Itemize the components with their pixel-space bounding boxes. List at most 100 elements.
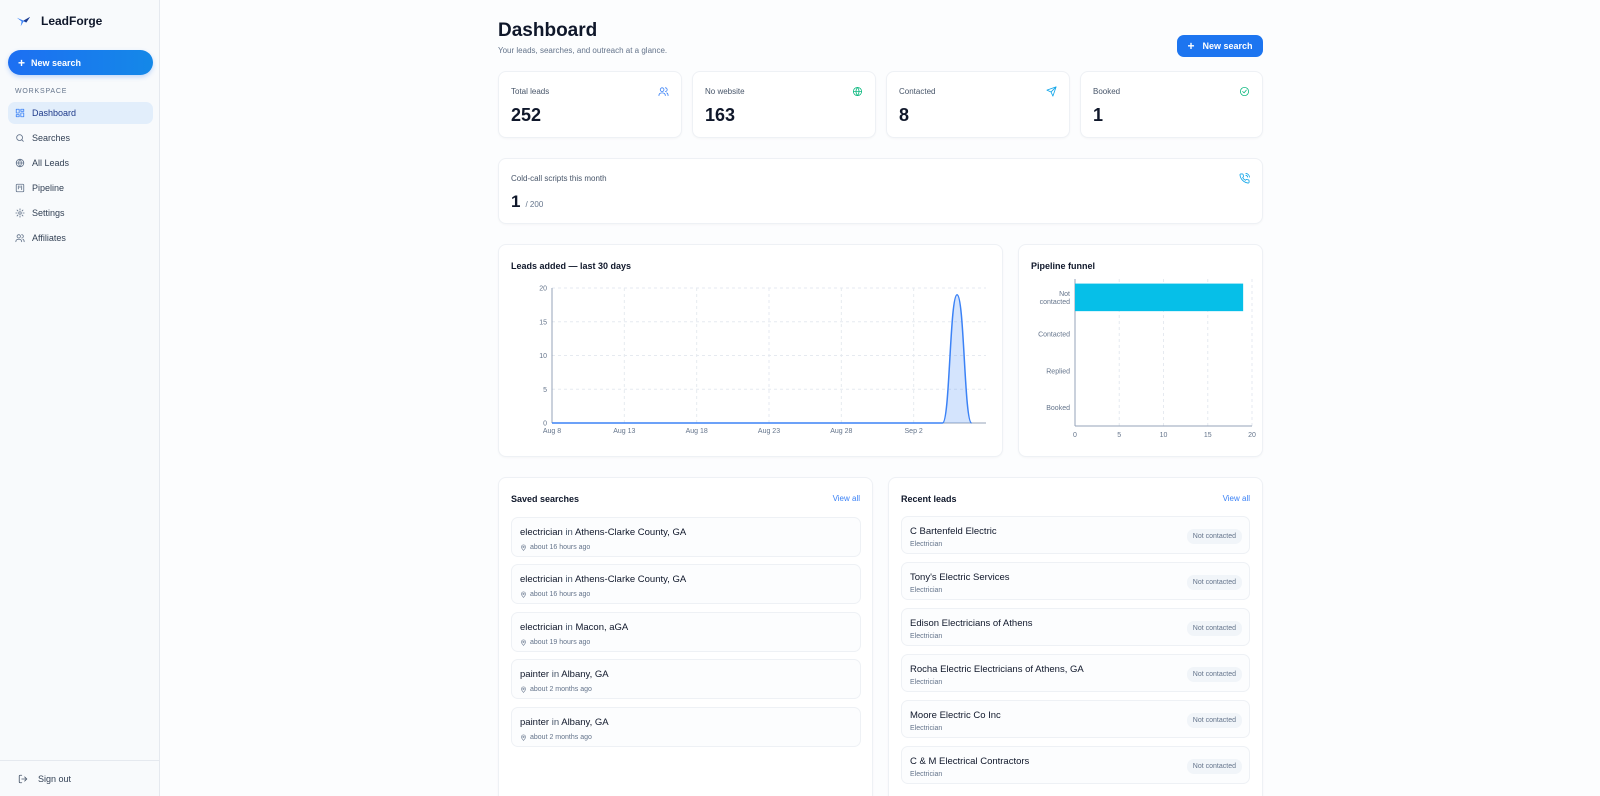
sidebar-item-settings[interactable]: Settings: [8, 202, 153, 224]
x-tick-label: 20: [1248, 432, 1256, 439]
stat-label: No website: [705, 87, 745, 96]
quota-max: / 200: [525, 200, 544, 209]
stat-card-booked: Booked 1: [1080, 71, 1263, 138]
y-tick-label: 20: [539, 286, 547, 293]
sidebar-item-label: Pipeline: [32, 183, 65, 193]
saved-search-item[interactable]: painter in Albany, GA about 2 months ago: [511, 659, 861, 699]
saved-search-time: about 2 months ago: [530, 686, 592, 693]
series-line: [552, 293, 973, 424]
new-search-label: New search: [1202, 41, 1253, 51]
status-badge: Not contacted: [1186, 621, 1242, 636]
x-tick-label: 10: [1160, 432, 1168, 439]
pipeline-funnel-card: Pipeline funnel 0 5 10 15 20 Not contacted Cont…: [1018, 244, 1263, 457]
stat-label: Contacted: [899, 87, 936, 96]
app-name: LeadForge: [41, 14, 103, 28]
category-label-line: Not: [1059, 291, 1070, 298]
saved-searches-title: Saved searches: [511, 494, 580, 504]
sidebar-item-searches[interactable]: Searches: [8, 127, 153, 149]
status-badge: Not contacted: [1186, 667, 1242, 682]
pipeline-bar-chart: 0 5 10 15 20 Not contacted Contacted Replied Book…: [1038, 279, 1256, 439]
search-term: electrician: [520, 574, 563, 585]
lead-type: Electrician: [910, 725, 943, 732]
recent-leads-view-all-link[interactable]: View all: [1223, 494, 1250, 503]
saved-search-query: painter in Albany, GA: [520, 669, 609, 680]
leadforge-logo-icon: [16, 16, 31, 26]
lead-item[interactable]: C Bartenfeld Electric Electrician Not co…: [901, 516, 1250, 554]
sidebar-item-affiliates[interactable]: Affiliates: [8, 227, 153, 249]
workspace-section-label: WORKSPACE: [15, 88, 68, 95]
search-place: Albany, GA: [561, 717, 609, 728]
stat-label: Booked: [1093, 87, 1121, 96]
search-term: painter: [520, 669, 550, 680]
saved-search-item[interactable]: electrician in Macon, aGA about 19 hours…: [511, 612, 861, 652]
lead-item[interactable]: Moore Electric Co Inc Electrician Not co…: [901, 700, 1250, 738]
saved-searches-card: Saved searches View all electrician in A…: [498, 477, 873, 796]
x-tick-label: Aug 28: [830, 428, 852, 435]
search-term: electrician: [520, 622, 563, 633]
saved-searches-view-all-link[interactable]: View all: [833, 494, 860, 503]
sidebar-item-pipeline[interactable]: Pipeline: [8, 177, 153, 199]
funnel-bar: [1075, 283, 1244, 312]
new-search-button[interactable]: + New search: [1177, 35, 1263, 57]
search-term: painter: [520, 717, 550, 728]
lead-type: Electrician: [910, 771, 943, 778]
lead-type: Electrician: [910, 541, 943, 548]
page-subtitle: Your leads, searches, and outreach at a …: [498, 46, 668, 55]
brand[interactable]: LeadForge: [16, 12, 102, 30]
category-label-line: contacted: [1040, 299, 1070, 306]
sign-out-button[interactable]: Sign out: [0, 760, 160, 796]
globe-icon: [15, 158, 25, 168]
saved-search-item[interactable]: electrician in Athens-Clarke County, GA …: [511, 517, 861, 557]
saved-search-time: about 2 months ago: [530, 734, 592, 741]
recent-leads-card: Recent leads View all C Bartenfeld Elect…: [888, 477, 1263, 796]
status-badge: Not contacted: [1186, 759, 1242, 774]
saved-search-item[interactable]: electrician in Athens-Clarke County, GA …: [511, 564, 861, 604]
plus-icon: +: [1187, 39, 1195, 53]
map-pin-icon: [521, 686, 526, 693]
category-label: Not contacted: [1040, 291, 1070, 306]
search-connector: in: [551, 717, 560, 728]
saved-search-query: painter in Albany, GA: [520, 717, 609, 728]
saved-search-item[interactable]: painter in Albany, GA about 2 months ago: [511, 707, 861, 747]
saved-search-meta: about 2 months ago: [520, 686, 592, 693]
category-label-line: Contacted: [1038, 332, 1070, 339]
saved-search-time: about 19 hours ago: [530, 639, 591, 646]
sidebar-item-dashboard[interactable]: Dashboard: [8, 102, 153, 124]
saved-search-time: about 16 hours ago: [530, 591, 591, 598]
map-pin-icon: [521, 639, 526, 646]
stat-card-contacted: Contacted 8: [886, 71, 1070, 138]
lead-item[interactable]: Rocha Electric Electricians of Athens, G…: [901, 654, 1250, 692]
sidebar-new-search-button[interactable]: + New search: [8, 50, 153, 75]
lead-item[interactable]: Tony's Electric Services Electrician Not…: [901, 562, 1250, 600]
saved-search-query: electrician in Athens-Clarke County, GA: [520, 527, 686, 538]
stat-card-no-website: No website 163: [692, 71, 876, 138]
kanban-icon: [15, 183, 25, 193]
y-tick-label: 15: [539, 319, 547, 326]
plus-icon: +: [18, 55, 26, 70]
saved-search-query: electrician in Athens-Clarke County, GA: [520, 574, 686, 585]
y-tick-label: 0: [543, 421, 547, 428]
leads-chart-card: Leads added — last 30 days 0 5 10 15 20 Aug 8…: [498, 244, 1003, 457]
map-pin-icon: [521, 544, 526, 551]
saved-search-meta: about 16 hours ago: [520, 591, 590, 598]
saved-search-meta: about 16 hours ago: [520, 544, 590, 551]
sidebar-nav: Dashboard Searches All Leads Pipeline Se…: [8, 102, 153, 252]
saved-search-meta: about 2 months ago: [520, 734, 592, 741]
users-icon: [15, 234, 25, 243]
series-area: [552, 294, 972, 423]
status-badge: Not contacted: [1186, 575, 1242, 590]
stat-card-total-leads: Total leads 252: [498, 71, 682, 138]
search-place: Athens-Clarke County, GA: [574, 574, 687, 585]
search-term: electrician: [520, 527, 563, 538]
globe-icon: [852, 86, 863, 97]
map-pin-icon: [521, 734, 526, 741]
saved-search-query: electrician in Macon, aGA: [520, 622, 628, 633]
lead-item[interactable]: Edison Electricians of Athens Electricia…: [901, 608, 1250, 646]
sidebar-item-all-leads[interactable]: All Leads: [8, 152, 153, 174]
x-tick-label: 15: [1204, 432, 1212, 439]
send-icon: [1046, 86, 1057, 97]
stat-value: 252: [511, 105, 542, 125]
lead-type: Electrician: [910, 679, 943, 686]
search-place: Macon, aGA: [575, 622, 629, 633]
lead-item[interactable]: C & M Electrical Contractors Electrician…: [901, 746, 1250, 784]
